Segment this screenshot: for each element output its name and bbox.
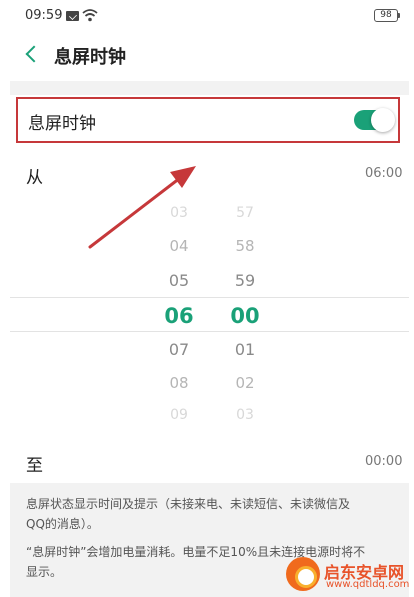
hour-option[interactable]: 09 <box>159 407 199 423</box>
hour-option[interactable]: 07 <box>159 340 199 359</box>
description-line: QQ的消息）。 <box>26 517 99 531</box>
watermark: 启东安卓网 www.qdtldq.com <box>282 553 414 597</box>
to-value[interactable]: 00:00 <box>365 454 402 469</box>
aod-clock-setting-row[interactable]: 息屏时钟 <box>16 97 400 143</box>
hour-selected[interactable]: 06 <box>159 304 199 328</box>
picker-divider-bottom <box>10 331 409 332</box>
back-arrow-icon[interactable] <box>22 42 44 66</box>
watermark-logo-icon <box>286 557 320 591</box>
picker-divider-top <box>10 297 409 298</box>
from-label: 从 <box>26 168 43 188</box>
aod-clock-toggle[interactable] <box>354 108 395 132</box>
battery-icon: 98 <box>374 9 400 22</box>
hour-option[interactable]: 05 <box>159 271 199 290</box>
header: 息屏时钟 <box>0 30 414 80</box>
section-divider <box>10 81 409 95</box>
description-line: 息屏状态显示时间及提示（未接来电、未读短信、未读微信及 <box>26 497 351 511</box>
minute-option[interactable]: 02 <box>225 374 265 392</box>
minute-selected[interactable]: 00 <box>225 304 265 328</box>
setting-label: 息屏时钟 <box>28 114 96 134</box>
minute-option[interactable]: 57 <box>225 205 265 221</box>
minute-option[interactable]: 03 <box>225 407 265 423</box>
hour-option[interactable]: 03 <box>159 205 199 221</box>
wifi-icon <box>82 9 98 22</box>
from-value[interactable]: 06:00 <box>365 166 402 181</box>
toggle-knob <box>371 108 395 132</box>
minute-option[interactable]: 58 <box>225 237 265 255</box>
minute-option[interactable]: 01 <box>225 340 265 359</box>
minute-option[interactable]: 59 <box>225 271 265 290</box>
page-title: 息屏时钟 <box>54 47 126 68</box>
message-notification-icon <box>66 11 79 21</box>
watermark-url: www.qdtldq.com <box>326 579 410 590</box>
status-bar: 09:59 98 <box>0 0 414 30</box>
to-label: 至 <box>26 456 43 476</box>
hour-option[interactable]: 08 <box>159 374 199 392</box>
hour-option[interactable]: 04 <box>159 237 199 255</box>
status-time: 09:59 <box>25 8 63 23</box>
